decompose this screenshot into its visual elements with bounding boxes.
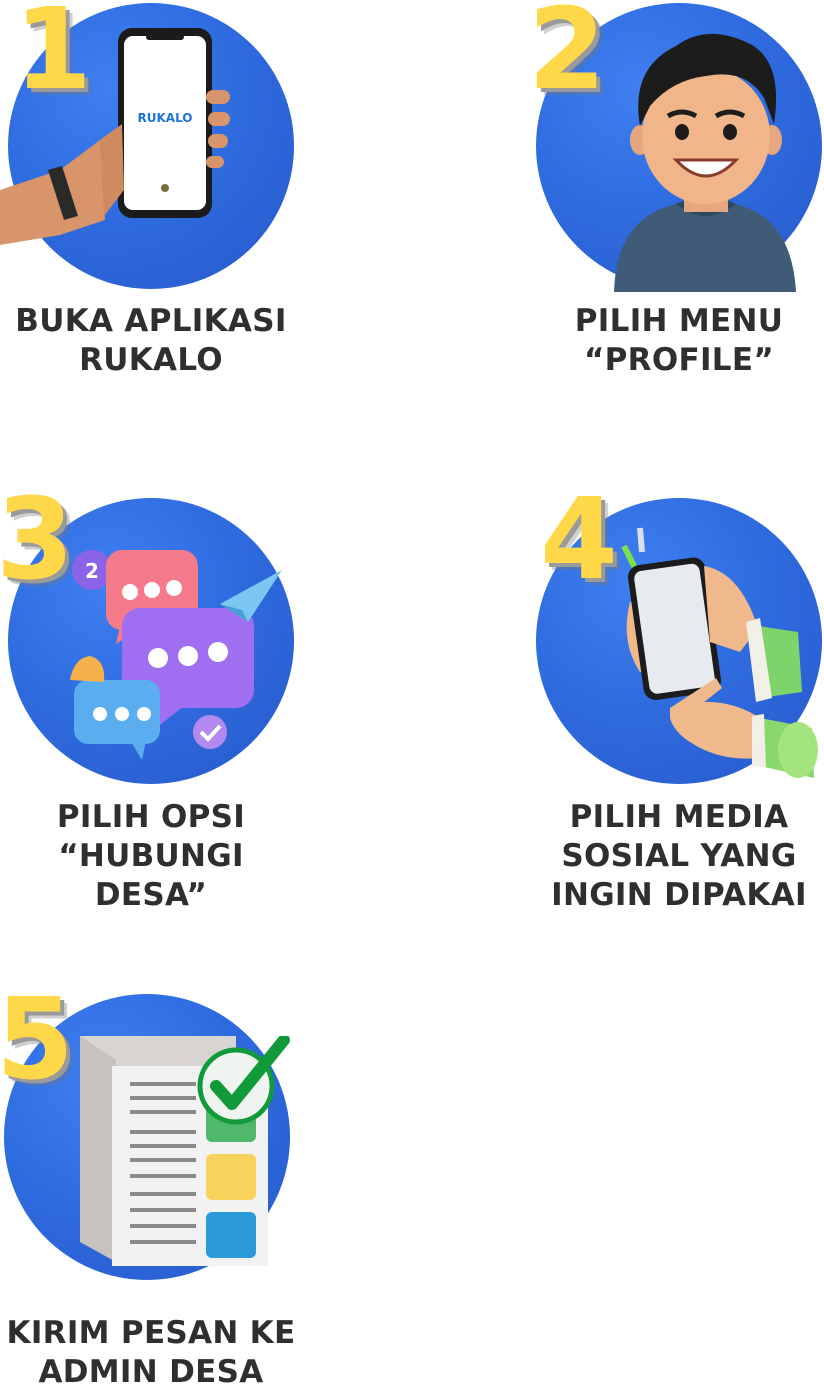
step-3: 3 2 PILIH OPSI “HUBUNGI DESA” — [0, 484, 310, 913]
step-3-label: PILIH OPSI “HUBUNGI DESA” — [56, 799, 246, 913]
step-1-label: BUKA APLIKASI RUKALO — [15, 303, 287, 378]
hand-tapping-phone-icon — [610, 522, 822, 784]
step-1: 1 RUKALO BUKA APLIKASI RUKALO — [0, 0, 310, 400]
step-4-number: 4 — [540, 475, 618, 605]
step-4: 4 PILIH MEDIA SOSIAL YANG INGIN DIPAKAI — [520, 484, 824, 920]
step-5: 5 KIRIM PESAN KE ADMIN DESA — [0, 984, 310, 1390]
step-2: 2 PILIH MENU “PROFILE” — [520, 0, 824, 400]
step-4-label: PILIH MEDIA SOSIAL YANG INGIN DIPAKAI — [551, 799, 807, 913]
chat-bubbles-icon: 2 — [60, 540, 290, 770]
step-5-number: 5 — [0, 975, 74, 1105]
step-5-label: KIRIM PESAN KE ADMIN DESA — [6, 1315, 296, 1390]
step-2-label: PILIH MENU “PROFILE” — [574, 303, 784, 378]
notification-badge-count: 2 — [85, 559, 99, 583]
step-3-number: 3 — [0, 475, 74, 605]
step-2-number: 2 — [528, 0, 606, 115]
smiling-man-icon — [606, 28, 806, 292]
rukalo-logo-text: RUKALO — [138, 111, 193, 125]
step-1-number: 1 — [14, 0, 92, 115]
checklist-document-icon — [76, 1036, 290, 1268]
